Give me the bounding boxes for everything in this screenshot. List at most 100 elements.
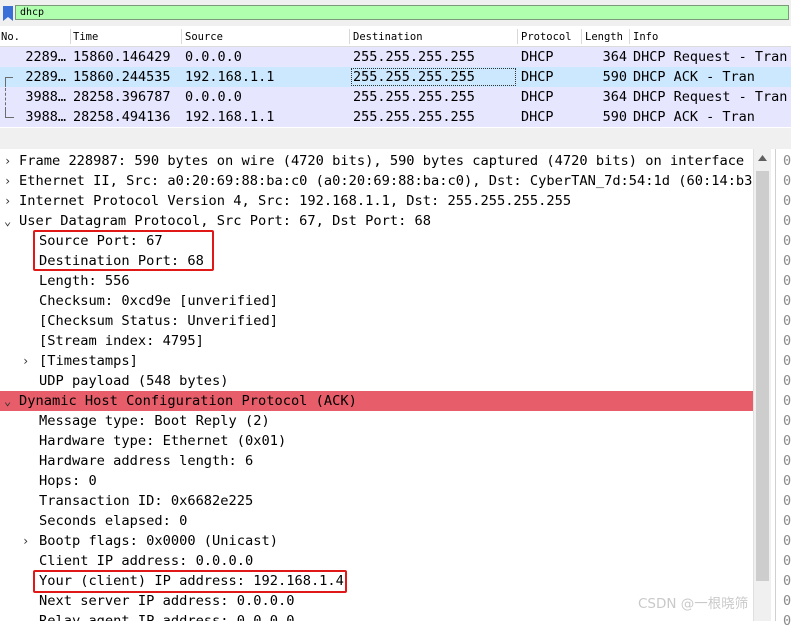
packet-protocol: DHCP <box>521 49 554 65</box>
column-divider[interactable] <box>349 29 350 44</box>
packet-no: 2289… <box>25 49 66 65</box>
chevron-right-icon[interactable]: › <box>22 531 32 551</box>
tree-item-udp-length[interactable]: Length: 556 <box>0 271 753 291</box>
packet-destination: 255.255.255.255 <box>353 49 475 65</box>
packet-row[interactable]: 2289… 15860.146429 0.0.0.0 255.255.255.2… <box>0 47 791 67</box>
details-scrollbar[interactable] <box>753 149 771 621</box>
tree-item-label: Message type: Boot Reply (2) <box>39 413 270 429</box>
tree-item-stream-index[interactable]: [Stream index: 4795] <box>0 331 753 351</box>
tree-item-label: Seconds elapsed: 0 <box>39 513 188 529</box>
packet-details-tree: › Frame 228987: 590 bytes on wire (4720 b… <box>0 149 753 621</box>
packet-list-header: No. Time Source Destination Protocol Len… <box>0 27 791 47</box>
hex-offset: 0 <box>783 233 791 249</box>
tree-item-udp-payload[interactable]: UDP payload (548 bytes) <box>0 371 753 391</box>
hex-offset: 0 <box>783 153 791 169</box>
hex-offset: 0 <box>783 433 791 449</box>
tree-item-ethernet[interactable]: › Ethernet II, Src: a0:20:69:88:ba:c0 (a0… <box>0 171 753 191</box>
packet-protocol: DHCP <box>521 89 554 105</box>
bookmark-icon[interactable] <box>2 6 14 21</box>
hex-offset: 0 <box>783 453 791 469</box>
hex-offset: 0 <box>783 393 791 409</box>
annotation-box-your-ip <box>33 570 347 593</box>
column-header-destination[interactable]: Destination <box>353 31 423 43</box>
tree-item-udp[interactable]: ⌄ User Datagram Protocol, Src Port: 67, D… <box>0 211 753 231</box>
packet-length: 364 <box>602 89 627 105</box>
column-header-time[interactable]: Time <box>73 31 98 43</box>
packet-length: 590 <box>602 109 627 125</box>
packet-time: 15860.146429 <box>73 49 171 65</box>
packet-time: 28258.396787 <box>73 89 171 105</box>
column-divider[interactable] <box>181 29 182 44</box>
packet-info: DHCP Request - Tran <box>633 89 788 105</box>
tree-item-transaction-id[interactable]: Transaction ID: 0x6682e225 <box>0 491 753 511</box>
column-header-info[interactable]: Info <box>633 31 658 43</box>
tree-item-message-type[interactable]: Message type: Boot Reply (2) <box>0 411 753 431</box>
hex-offset: 0 <box>783 253 791 269</box>
scroll-up-arrow-icon[interactable] <box>758 155 767 161</box>
column-divider[interactable] <box>581 29 582 44</box>
tree-item-hardware-type[interactable]: Hardware type: Ethernet (0x01) <box>0 431 753 451</box>
packet-destination: 255.255.255.255 <box>353 89 475 105</box>
hex-offset: 0 <box>783 533 791 549</box>
column-divider[interactable] <box>70 29 71 44</box>
packet-source: 0.0.0.0 <box>185 49 242 65</box>
hex-offset: 0 <box>783 173 791 189</box>
display-filter-input[interactable]: dhcp <box>15 5 789 20</box>
packet-source: 192.168.1.1 <box>185 69 275 85</box>
chevron-right-icon[interactable]: › <box>4 191 14 211</box>
tree-item-frame[interactable]: › Frame 228987: 590 bytes on wire (4720 b… <box>0 151 753 171</box>
tree-item-label: Relay agent IP address: 0.0.0.0 <box>39 613 295 621</box>
tree-item-seconds-elapsed[interactable]: Seconds elapsed: 0 <box>0 511 753 531</box>
tree-item-client-ip[interactable]: Client IP address: 0.0.0.0 <box>0 551 753 571</box>
chevron-right-icon[interactable]: › <box>4 171 14 191</box>
packet-no: 3988… <box>25 89 66 105</box>
column-header-length[interactable]: Length <box>585 31 623 43</box>
hex-offset: 0 <box>783 293 791 309</box>
hex-offset: 0 <box>783 613 791 629</box>
packet-protocol: DHCP <box>521 109 554 125</box>
pane-splitter[interactable] <box>0 128 791 149</box>
tree-item-label: User Datagram Protocol, Src Port: 67, Ds… <box>19 213 432 229</box>
packet-row[interactable]: 3988… 28258.494136 192.168.1.1 255.255.2… <box>0 107 791 127</box>
tree-item-dhcp[interactable]: ⌄ Dynamic Host Configuration Protocol (AC… <box>0 391 753 411</box>
chevron-right-icon[interactable]: › <box>4 151 14 171</box>
packet-source: 0.0.0.0 <box>185 89 242 105</box>
tree-item-label: [Stream index: 4795] <box>39 333 204 349</box>
packet-row[interactable]: 3988… 28258.396787 0.0.0.0 255.255.255.2… <box>0 87 791 107</box>
packet-length: 364 <box>602 49 627 65</box>
column-header-source[interactable]: Source <box>185 31 223 43</box>
tree-item-hardware-address-length[interactable]: Hardware address length: 6 <box>0 451 753 471</box>
hex-offset: 0 <box>783 553 791 569</box>
tree-item-label: Dynamic Host Configuration Protocol (ACK… <box>19 393 357 409</box>
tree-item-checksum-status[interactable]: [Checksum Status: Unverified] <box>0 311 753 331</box>
chevron-right-icon[interactable]: › <box>22 351 32 371</box>
tree-item-label: Hardware address length: 6 <box>39 453 254 469</box>
tree-item-hops[interactable]: Hops: 0 <box>0 471 753 491</box>
column-header-no[interactable]: No. <box>1 31 20 43</box>
tree-item-label: Transaction ID: 0x6682e225 <box>39 493 254 509</box>
tree-item-timestamps[interactable]: › [Timestamps] <box>0 351 753 371</box>
tree-item-bootp-flags[interactable]: › Bootp flags: 0x0000 (Unicast) <box>0 531 753 551</box>
tree-item-label: [Checksum Status: Unverified] <box>39 313 278 329</box>
chevron-down-icon[interactable]: ⌄ <box>4 391 14 411</box>
tree-item-label: Client IP address: 0.0.0.0 <box>39 553 254 569</box>
tree-item-label: Checksum: 0xcd9e [unverified] <box>39 293 278 309</box>
scrollbar-thumb[interactable] <box>756 171 769 581</box>
column-divider[interactable] <box>629 29 630 44</box>
focused-cell-outline <box>351 68 516 86</box>
tree-item-relay-agent-ip[interactable]: Relay agent IP address: 0.0.0.0 <box>0 611 753 621</box>
tree-item-checksum[interactable]: Checksum: 0xcd9e [unverified] <box>0 291 753 311</box>
column-header-protocol[interactable]: Protocol <box>521 31 572 43</box>
chevron-down-icon[interactable]: ⌄ <box>4 211 14 231</box>
hex-offset: 0 <box>783 513 791 529</box>
hex-offset: 0 <box>783 573 791 589</box>
column-divider[interactable] <box>517 29 518 44</box>
packet-destination: 255.255.255.255 <box>353 109 475 125</box>
tree-item-label: Bootp flags: 0x0000 (Unicast) <box>39 533 278 549</box>
hex-offset: 0 <box>783 473 791 489</box>
hex-offset: 0 <box>783 353 791 369</box>
hex-offset: 0 <box>783 193 791 209</box>
display-filter-toolbar: dhcp <box>0 0 791 26</box>
tree-item-ipv4[interactable]: › Internet Protocol Version 4, Src: 192.1… <box>0 191 753 211</box>
packet-protocol: DHCP <box>521 69 554 85</box>
